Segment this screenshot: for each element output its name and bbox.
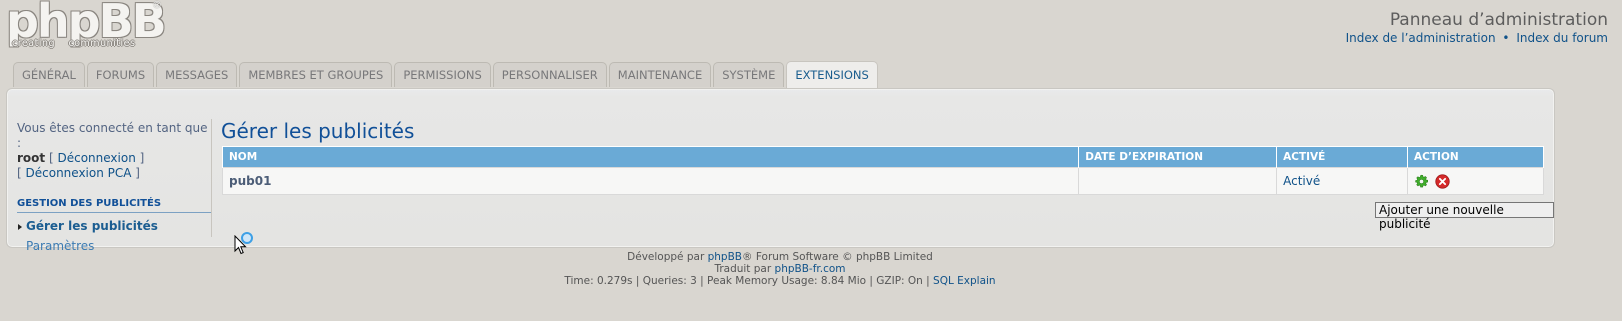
tab-system[interactable]: Système [713,62,785,87]
sidebar: Vous êtes connecté en tant que : root [ … [17,121,211,253]
tab-extensions[interactable]: Extensions [786,61,878,88]
connected-as-label: Vous êtes connecté en tant que : [17,121,208,150]
link-separator: • [1502,31,1510,45]
ad-expiration-cell [1078,167,1278,195]
tab-customise[interactable]: Personnaliser [492,62,607,87]
tab-permissions[interactable]: Permissions [394,62,491,87]
logout-link[interactable]: Déconnexion [57,151,135,165]
developed-prefix: Développé par [627,251,708,263]
column-header-name: Nom [221,146,1080,168]
ad-action-cell [1407,167,1544,195]
footer: Développé par phpBB® Forum Software © ph… [0,251,1560,287]
delete-icon[interactable] [1435,173,1450,189]
page-title: Panneau d’administration [1389,10,1608,30]
tab-members-groups[interactable]: Membres et groupes [239,62,393,87]
settings-icon[interactable] [1414,174,1429,189]
table-row: pub01 Activé [221,167,1544,195]
user-info: Vous êtes connecté en tant que : root [ … [17,121,208,180]
column-header-expiration: Date d’expiration [1078,146,1278,168]
phpbb-fr-link[interactable]: phpBB-fr.com [775,263,846,275]
sidebar-section-heading: Gestion des publicités [17,198,211,213]
main-tabs: Général Forums Messages Membres et group… [13,61,878,88]
sidebar-item-manage-ads[interactable]: Gérer les publicités [17,219,211,233]
username: root [17,151,46,165]
tab-forums[interactable]: Forums [86,62,155,87]
main-panel: Vous êtes connecté en tant que : root [ … [6,88,1555,253]
table-header-row: Nom Date d’expiration Activé Action [221,146,1544,168]
add-new-ad-button[interactable]: Ajouter une nouvelle publicité [1375,202,1554,231]
debug-stats: Time: 0.279s | Queries: 3 | Peak Memory … [564,275,934,287]
acp-index-link[interactable]: Index de l’administration [1346,31,1496,45]
logo-registered-mark: ® [152,0,162,11]
ad-enabled-toggle[interactable]: Activé [1283,174,1320,188]
forum-index-link[interactable]: Index du forum [1516,31,1608,45]
column-header-enabled: Activé [1276,146,1409,168]
ad-name-cell: pub01 [221,167,1080,195]
header-links: Index de l’administration • Index du for… [1346,31,1608,45]
ads-table: Nom Date d’expiration Activé Action pub0… [221,146,1544,195]
footer-developed-by: Développé par phpBB® Forum Software © ph… [0,251,1560,263]
phpbb-link[interactable]: phpBB [708,251,742,263]
tab-messages[interactable]: Messages [156,62,238,87]
tab-general[interactable]: Général [13,62,85,87]
logo-tagline: creating communities [12,38,136,49]
logout-acp-link[interactable]: Déconnexion PCA [26,166,132,180]
footer-stats: Time: 0.279s | Queries: 3 | Peak Memory … [0,275,1560,287]
sidebar-divider [211,119,212,237]
phpbb-logo[interactable]: phpBB ® creating communities [6,0,167,54]
sql-explain-link[interactable]: SQL Explain [933,275,996,287]
tab-maintenance[interactable]: Maintenance [608,62,712,87]
column-header-action: Action [1407,146,1544,168]
footer-translated-by: Traduit par phpBB-fr.com [0,263,1560,275]
translated-prefix: Traduit par [714,263,775,275]
developed-suffix: ® Forum Software © phpBB Limited [742,251,933,263]
ad-enabled-cell: Activé [1276,167,1409,195]
content-title: Gérer les publicités [221,119,415,143]
